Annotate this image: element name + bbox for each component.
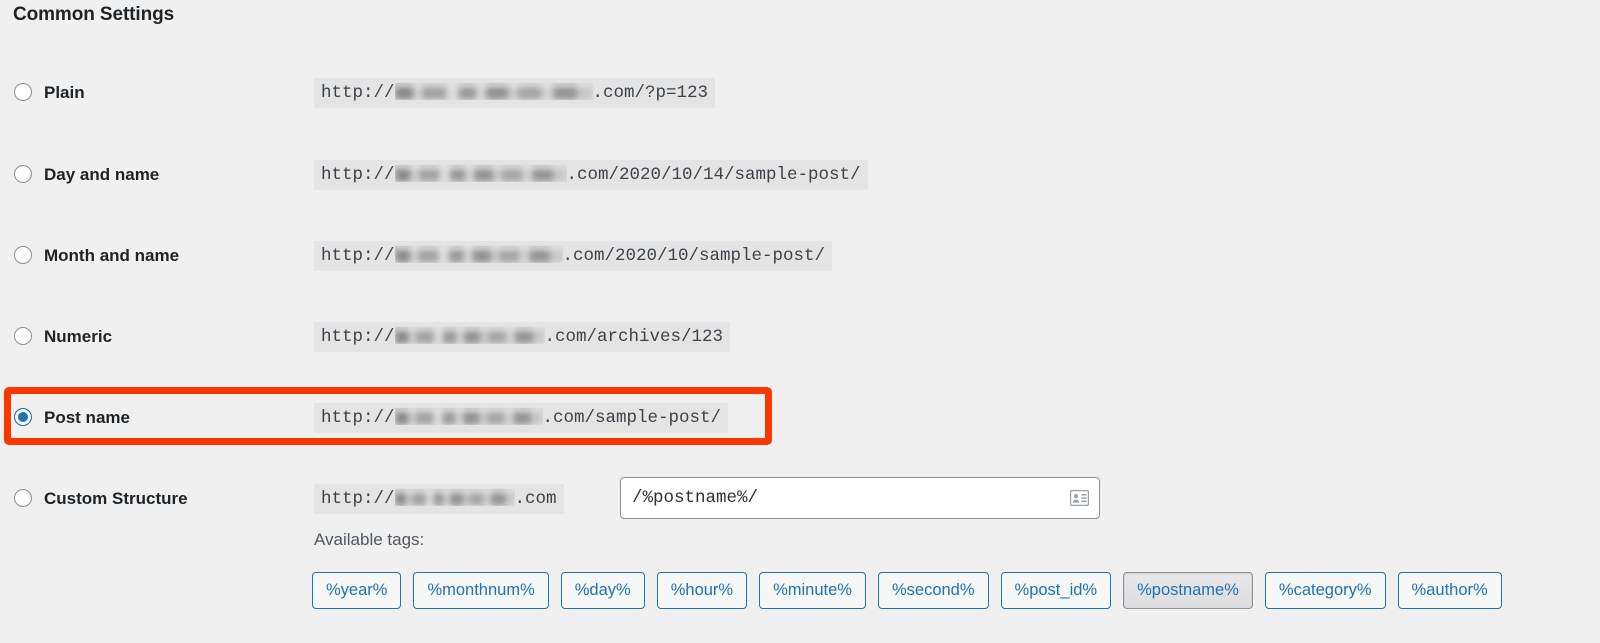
url-suffix: .com/2020/10/14/sample-post/ [566,164,861,185]
tag-button-post_id[interactable]: %post_id% [1000,572,1112,610]
url-suffix: .com/sample-post/ [542,407,722,428]
redacted-domain [394,82,593,100]
radio-unchecked-icon [14,327,32,345]
redaction-blur [394,407,543,425]
url-example-post-name: http:// .com/sample-post/ [314,402,729,434]
radio-numeric[interactable] [14,327,34,347]
custom-structure-value: /%postname%/ [632,488,759,508]
radio-post-name[interactable] [14,408,34,428]
redaction-blur [394,245,563,263]
url-prefix: http:// [321,326,395,347]
tag-button-second[interactable]: %second% [877,572,989,610]
url-prefix: http:// [321,488,395,509]
tag-button-minute[interactable]: %minute% [759,572,866,610]
redacted-domain [394,245,563,263]
url-suffix: .com [514,488,557,509]
tag-button-monthnum[interactable]: %monthnum% [413,572,549,610]
available-tags-buttons: %year% %monthnum% %day% %hour% %minute% %seco… [312,572,1502,610]
radio-unchecked-icon [14,246,32,264]
url-prefix: http:// [321,82,395,103]
url-example-plain: http:// .com/?p=123 [314,77,716,109]
redacted-domain [394,326,545,344]
redacted-domain [394,488,515,506]
url-suffix: .com/?p=123 [592,82,709,103]
option-label-custom-structure: Custom Structure [44,489,188,508]
redaction-blur [394,326,545,344]
tag-button-day[interactable]: %day% [560,572,645,610]
available-tags-label: Available tags: [314,530,425,549]
permalink-option-numeric[interactable]: Numeric http:// .com/archives/123 [0,318,1600,356]
redaction-blur [394,164,567,182]
url-example-day-and-name: http:// .com/2020/10/14/sample-post/ [314,159,868,191]
radio-plain[interactable] [14,83,34,103]
radio-unchecked-icon [14,83,32,101]
contact-card-icon[interactable] [1069,489,1090,507]
radio-unchecked-icon [14,489,32,507]
radio-unchecked-icon [14,165,32,183]
url-prefix: http:// [321,245,395,266]
option-label-month-and-name: Month and name [44,246,180,265]
tag-button-category[interactable]: %category% [1264,572,1386,610]
tag-button-postname[interactable]: %postname% [1123,572,1253,610]
option-label-day-and-name: Day and name [44,165,160,184]
radio-day-and-name[interactable] [14,165,34,185]
radio-checked-icon [14,408,32,426]
radio-custom-structure[interactable] [14,489,34,509]
redaction-blur [394,82,593,100]
url-prefix: http:// [321,407,395,428]
url-prefix: http:// [321,164,395,185]
page-title: Common Settings [13,4,175,25]
option-label-numeric: Numeric [44,327,113,346]
option-label-post-name: Post name [44,408,130,427]
permalink-option-day-and-name[interactable]: Day and name http:// .com/2020/10/14/sampl… [0,156,1600,194]
redaction-blur [394,488,515,506]
permalink-option-post-name[interactable]: Post name http:// .com/sample-post/ [0,399,1600,437]
url-suffix: .com/archives/123 [544,326,724,347]
url-suffix: .com/2020/10/sample-post/ [562,245,826,266]
custom-structure-input[interactable]: /%postname%/ [620,477,1100,519]
radio-month-and-name[interactable] [14,246,34,266]
option-label-plain: Plain [44,83,85,102]
url-example-month-and-name: http:// .com/2020/10/sample-post/ [314,240,833,272]
redacted-domain [394,164,567,182]
tag-button-author[interactable]: %author% [1397,572,1502,610]
url-example-custom-structure: http:// .com [314,483,564,515]
tag-button-year[interactable]: %year% [312,572,402,610]
permalink-option-month-and-name[interactable]: Month and name http:// .com/2020/10/sample… [0,237,1600,275]
redacted-domain [394,407,543,425]
tag-button-hour[interactable]: %hour% [656,572,748,610]
permalink-option-plain[interactable]: Plain http:// .com/?p=123 [0,74,1600,112]
url-example-numeric: http:// .com/archives/123 [314,321,731,353]
